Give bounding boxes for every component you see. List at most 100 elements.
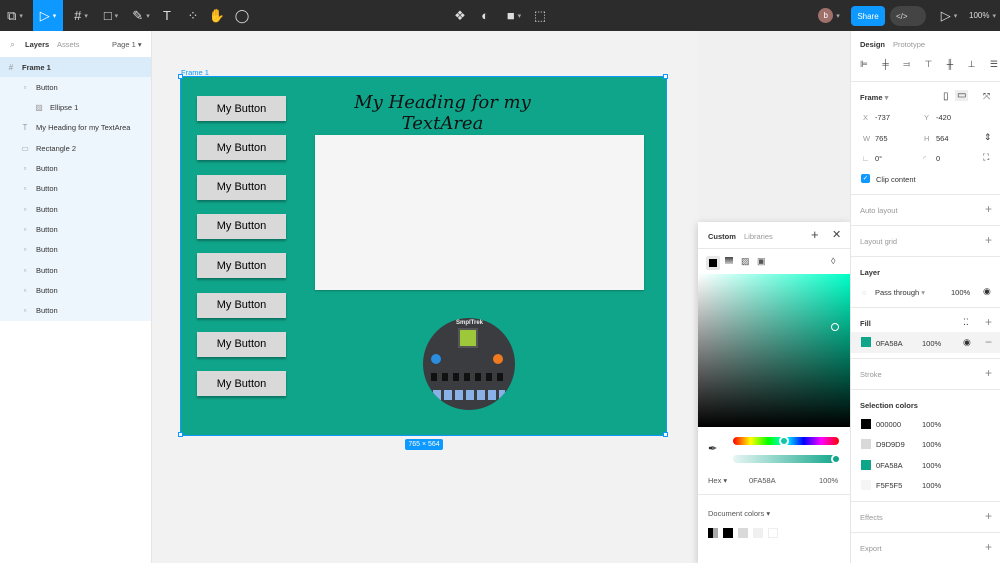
add-icon[interactable]: + bbox=[811, 227, 819, 242]
boolean-button[interactable]: ■ ▾ bbox=[502, 0, 526, 31]
hex-input[interactable]: 0FA58A bbox=[749, 476, 776, 485]
layer-item[interactable]: ▫ Button bbox=[0, 159, 151, 179]
color-opacity[interactable]: 100% bbox=[922, 420, 941, 429]
my-button[interactable]: My Button bbox=[197, 292, 286, 318]
remove-fill-icon[interactable]: − bbox=[985, 335, 992, 349]
add-export-icon[interactable]: + bbox=[985, 540, 992, 554]
ellipse-image[interactable]: SmplTrek bbox=[423, 318, 515, 410]
page-selector[interactable]: Page 1 ▾ bbox=[112, 40, 142, 49]
comment-tool-button[interactable]: ◯ bbox=[231, 0, 253, 31]
dev-mode-toggle[interactable]: </> bbox=[890, 6, 926, 26]
blend-mode-select[interactable]: Pass through ▾ bbox=[875, 288, 925, 297]
landscape-icon[interactable]: ▭ bbox=[955, 90, 969, 101]
frame-tool-button[interactable]: # ▾ bbox=[66, 0, 96, 31]
tab-libraries[interactable]: Libraries bbox=[744, 232, 773, 241]
eye-icon[interactable]: ◉ bbox=[963, 337, 971, 348]
search-icon[interactable]: ⌕ bbox=[10, 39, 15, 50]
present-button[interactable]: ▷ ▾ bbox=[936, 0, 962, 31]
color-hex[interactable]: F5F5F5 bbox=[876, 481, 902, 490]
layer-item[interactable]: ▫ Button bbox=[0, 260, 151, 280]
my-button[interactable]: My Button bbox=[197, 135, 286, 161]
layer-item[interactable]: ▫ Button bbox=[0, 280, 151, 300]
color-format-select[interactable]: Hex ▾ bbox=[708, 476, 727, 485]
color-opacity[interactable]: 100% bbox=[922, 440, 941, 449]
heading-text[interactable]: My Heading for my TextArea bbox=[320, 92, 565, 134]
layer-item[interactable]: ▫ Button bbox=[0, 240, 151, 260]
align-center-h-icon[interactable]: ╪ bbox=[882, 59, 888, 70]
video-icon[interactable]: ▣ bbox=[757, 256, 766, 267]
user-menu[interactable]: b ▾ bbox=[814, 0, 844, 31]
document-colors-select[interactable]: Document colors ▾ bbox=[708, 509, 770, 518]
layer-item[interactable]: T My Heading for my TextArea bbox=[0, 118, 151, 138]
tab-prototype[interactable]: Prototype bbox=[893, 40, 925, 49]
my-button[interactable]: My Button bbox=[197, 371, 286, 397]
layer-item[interactable]: ▨ Ellipse 1 bbox=[0, 98, 151, 118]
pen-tool-button[interactable]: ✎ ▾ bbox=[126, 0, 156, 31]
resize-handle-tl[interactable] bbox=[178, 74, 183, 79]
constrain-proportions-icon[interactable]: ⇕ bbox=[984, 132, 992, 143]
layer-item[interactable]: ▫ Button bbox=[0, 301, 151, 321]
fill-swatch[interactable] bbox=[861, 337, 871, 347]
y-input[interactable]: -420 bbox=[936, 113, 951, 122]
independent-corners-icon[interactable]: ⛶ bbox=[983, 152, 989, 163]
opacity-handle[interactable] bbox=[831, 454, 841, 464]
doc-color-swatch[interactable] bbox=[738, 528, 748, 538]
layer-item[interactable]: ▫ Button bbox=[0, 179, 151, 199]
width-input[interactable]: 765 bbox=[875, 134, 888, 143]
text-area-rectangle[interactable] bbox=[315, 135, 644, 290]
distribute-icon[interactable]: ☰ bbox=[990, 59, 998, 70]
color-swatch[interactable] bbox=[861, 439, 871, 450]
layer-opacity-input[interactable]: 100% bbox=[951, 288, 970, 297]
clip-content-checkbox[interactable]: ✓ bbox=[861, 174, 870, 183]
my-button[interactable]: My Button bbox=[197, 253, 286, 279]
styles-icon[interactable]: ⁚⁚ bbox=[963, 317, 969, 328]
color-hex[interactable]: 000000 bbox=[876, 420, 901, 429]
tab-custom[interactable]: Custom bbox=[708, 232, 736, 241]
resize-handle-br[interactable] bbox=[663, 432, 668, 437]
crop-button[interactable]: ⬚ bbox=[530, 0, 550, 31]
resize-handle-bl[interactable] bbox=[178, 432, 183, 437]
layer-item[interactable]: ▭ Rectangle 2 bbox=[0, 138, 151, 158]
color-swatch[interactable] bbox=[861, 479, 871, 490]
eyedropper-icon[interactable]: ✒ bbox=[708, 442, 717, 455]
solid-fill-tab[interactable] bbox=[706, 256, 720, 270]
mask-button[interactable]: ◐ bbox=[475, 0, 495, 31]
saturation-handle[interactable] bbox=[831, 323, 839, 331]
doc-color-swatch[interactable] bbox=[753, 528, 763, 538]
align-center-v-icon[interactable]: ╫ bbox=[947, 59, 953, 70]
main-menu-button[interactable]: ⧉ ▾ bbox=[0, 0, 30, 31]
tab-layers[interactable]: Layers bbox=[25, 40, 49, 49]
color-hex[interactable]: 0FA58A bbox=[876, 461, 903, 470]
fill-opacity[interactable]: 100% bbox=[922, 339, 941, 348]
resize-handle-tr[interactable] bbox=[663, 74, 668, 79]
zoom-menu[interactable]: 100% ▾ bbox=[965, 0, 1000, 31]
my-button[interactable]: My Button bbox=[197, 331, 286, 357]
my-button[interactable]: My Button bbox=[197, 174, 286, 200]
layer-item[interactable]: ▫ Button bbox=[0, 77, 151, 97]
x-input[interactable]: -737 bbox=[875, 113, 890, 122]
add-stroke-icon[interactable]: + bbox=[985, 366, 992, 380]
color-opacity[interactable]: 100% bbox=[922, 461, 941, 470]
resize-to-fit-icon[interactable]: ⤧ bbox=[983, 91, 990, 102]
layer-item[interactable]: ▫ Button bbox=[0, 199, 151, 219]
resources-button[interactable]: ⁘ bbox=[182, 0, 204, 31]
fill-hex[interactable]: 0FA58A bbox=[876, 339, 903, 348]
align-bottom-icon[interactable]: ⊥ bbox=[968, 59, 976, 70]
add-layout-grid-icon[interactable]: + bbox=[985, 233, 992, 247]
add-auto-layout-icon[interactable]: + bbox=[985, 202, 992, 216]
layer-item[interactable]: # Frame 1 bbox=[0, 57, 151, 77]
layer-item[interactable]: ▫ Button bbox=[0, 219, 151, 239]
component-button[interactable]: ❖ bbox=[450, 0, 470, 31]
hand-tool-button[interactable]: ✋ bbox=[206, 0, 228, 31]
image-icon[interactable]: ▨ bbox=[741, 256, 750, 267]
blend-icon[interactable]: ◊ bbox=[831, 256, 835, 266]
align-top-icon[interactable]: ⊤ bbox=[924, 59, 932, 70]
frame-label[interactable]: Frame 1 bbox=[181, 68, 209, 77]
color-swatch[interactable] bbox=[861, 459, 871, 470]
portrait-icon[interactable]: ▯ bbox=[943, 91, 949, 102]
tab-design[interactable]: Design bbox=[860, 40, 885, 49]
eye-icon[interactable]: ◉ bbox=[983, 286, 991, 297]
close-icon[interactable]: ✕ bbox=[832, 228, 841, 241]
opacity-slider[interactable] bbox=[733, 455, 839, 463]
opacity-input[interactable]: 100% bbox=[819, 476, 838, 485]
